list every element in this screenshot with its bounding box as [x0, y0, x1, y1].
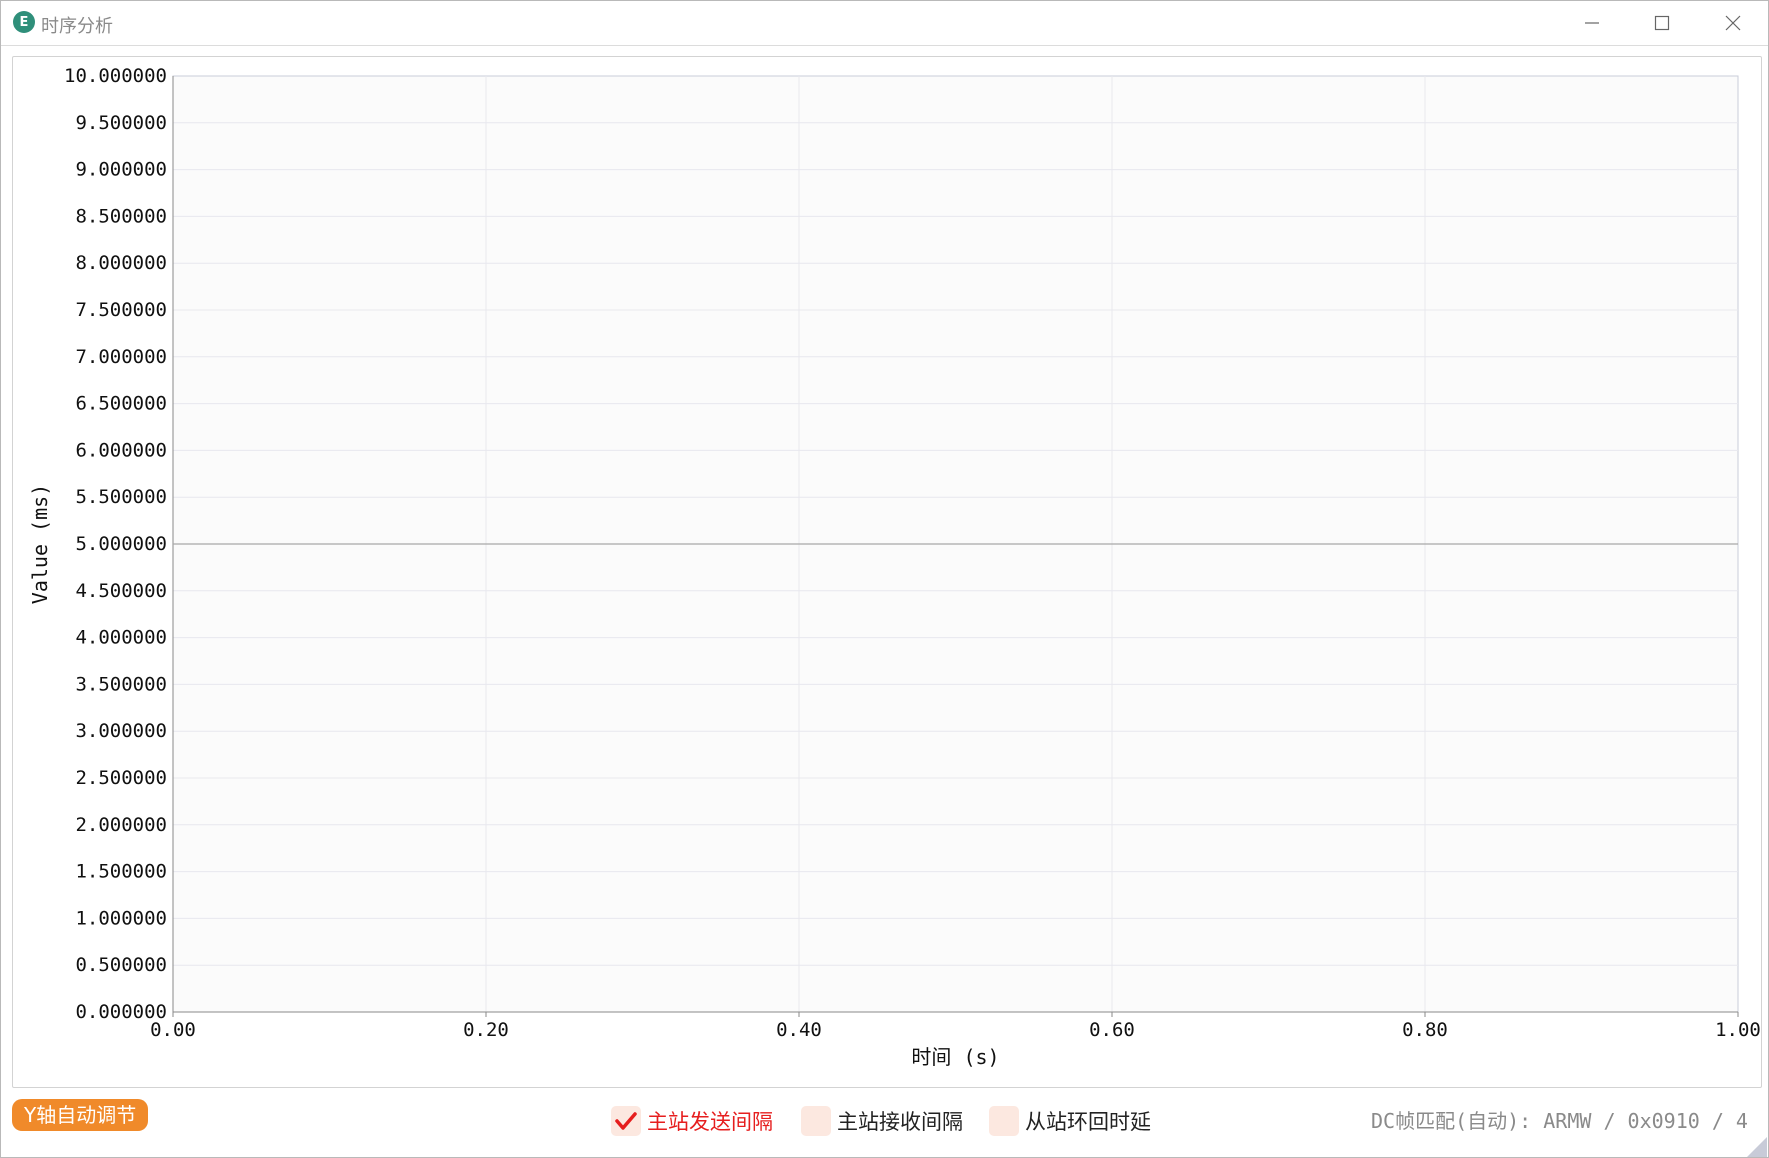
maximize-button[interactable] — [1640, 9, 1686, 37]
checkbox-master-send[interactable] — [611, 1106, 641, 1136]
y-tick-label: 0.500000 — [75, 954, 167, 976]
maximize-icon — [1654, 15, 1670, 31]
checkmark-icon — [615, 1112, 637, 1130]
y-tick-label: 1.000000 — [75, 907, 167, 929]
y-tick-label: 2.500000 — [75, 767, 167, 789]
title-bar[interactable]: E 时序分析 — [1, 1, 1768, 46]
series-toggle-master-send[interactable]: 主站发送间隔 — [611, 1105, 773, 1137]
y-tick-label: 4.500000 — [75, 580, 167, 602]
y-tick-label: 6.000000 — [75, 439, 167, 461]
minimize-icon — [1585, 22, 1599, 24]
chart-panel[interactable]: 10.000000 9.500000 9.000000 8.500000 8.00000… — [12, 56, 1762, 1088]
series-label-master-receive: 主站接收间隔 — [837, 1110, 963, 1134]
y-tick-label: 8.000000 — [75, 252, 167, 274]
y-tick-label: 3.000000 — [75, 720, 167, 742]
y-axis-auto-button[interactable]: Y轴自动调节 — [12, 1099, 149, 1131]
x-tick-label: 0.60 — [1089, 1019, 1135, 1041]
y-axis-label: Value (ms) — [28, 484, 52, 604]
x-axis-label: 时间 (s) — [911, 1045, 999, 1069]
x-tick-label: 1.00 — [1715, 1019, 1761, 1041]
minimize-button[interactable] — [1570, 9, 1616, 37]
window-title: 时序分析 — [41, 16, 113, 37]
resize-grip-icon[interactable] — [1747, 1137, 1767, 1157]
series-label-slave-loopback: 从站环回时延 — [1025, 1110, 1151, 1134]
y-tick-label: 2.000000 — [75, 814, 167, 836]
y-tick-label: 7.500000 — [75, 299, 167, 321]
series-label-master-send: 主站发送间隔 — [647, 1110, 773, 1134]
x-tick-label: 0.80 — [1402, 1019, 1448, 1041]
x-tick-label: 0.00 — [150, 1019, 196, 1041]
y-tick-label: 5.500000 — [75, 486, 167, 508]
y-tick-label: 3.500000 — [75, 673, 167, 695]
series-toggle-master-receive[interactable]: 主站接收间隔 — [801, 1105, 963, 1137]
y-tick-label: 8.500000 — [75, 205, 167, 227]
close-icon — [1725, 15, 1741, 31]
y-tick-label: 7.000000 — [75, 346, 167, 368]
y-tick-label: 4.000000 — [75, 627, 167, 649]
close-button[interactable] — [1711, 9, 1757, 37]
checkbox-slave-loopback[interactable] — [989, 1106, 1019, 1136]
y-tick-label: 9.000000 — [75, 159, 167, 181]
y-tick-label: 5.000000 — [75, 533, 167, 555]
bottom-toolbar: Y轴自动调节 主站发送间隔 主站接收间隔 从站环回时延 DC帧匹配(自动): A… — [1, 1097, 1768, 1147]
x-tick-label: 0.20 — [463, 1019, 509, 1041]
y-tick-label: 1.500000 — [75, 861, 167, 883]
dc-frame-match-info: DC帧匹配(自动): ARMW / 0x0910 / 4 — [1371, 1109, 1748, 1133]
y-tick-label: 9.500000 — [75, 112, 167, 134]
checkbox-master-receive[interactable] — [801, 1106, 831, 1136]
app-icon: E — [13, 11, 35, 33]
y-tick-label: 10.000000 — [64, 65, 167, 87]
timing-analysis-window: E 时序分析 10.000000 9.500000 9.000000 8.500000… — [0, 0, 1769, 1158]
series-toggle-slave-loopback[interactable]: 从站环回时延 — [989, 1105, 1151, 1137]
y-tick-label: 6.500000 — [75, 393, 167, 415]
timing-chart[interactable]: 10.000000 9.500000 9.000000 8.500000 8.00000… — [13, 57, 1761, 1087]
x-tick-label: 0.40 — [776, 1019, 822, 1041]
